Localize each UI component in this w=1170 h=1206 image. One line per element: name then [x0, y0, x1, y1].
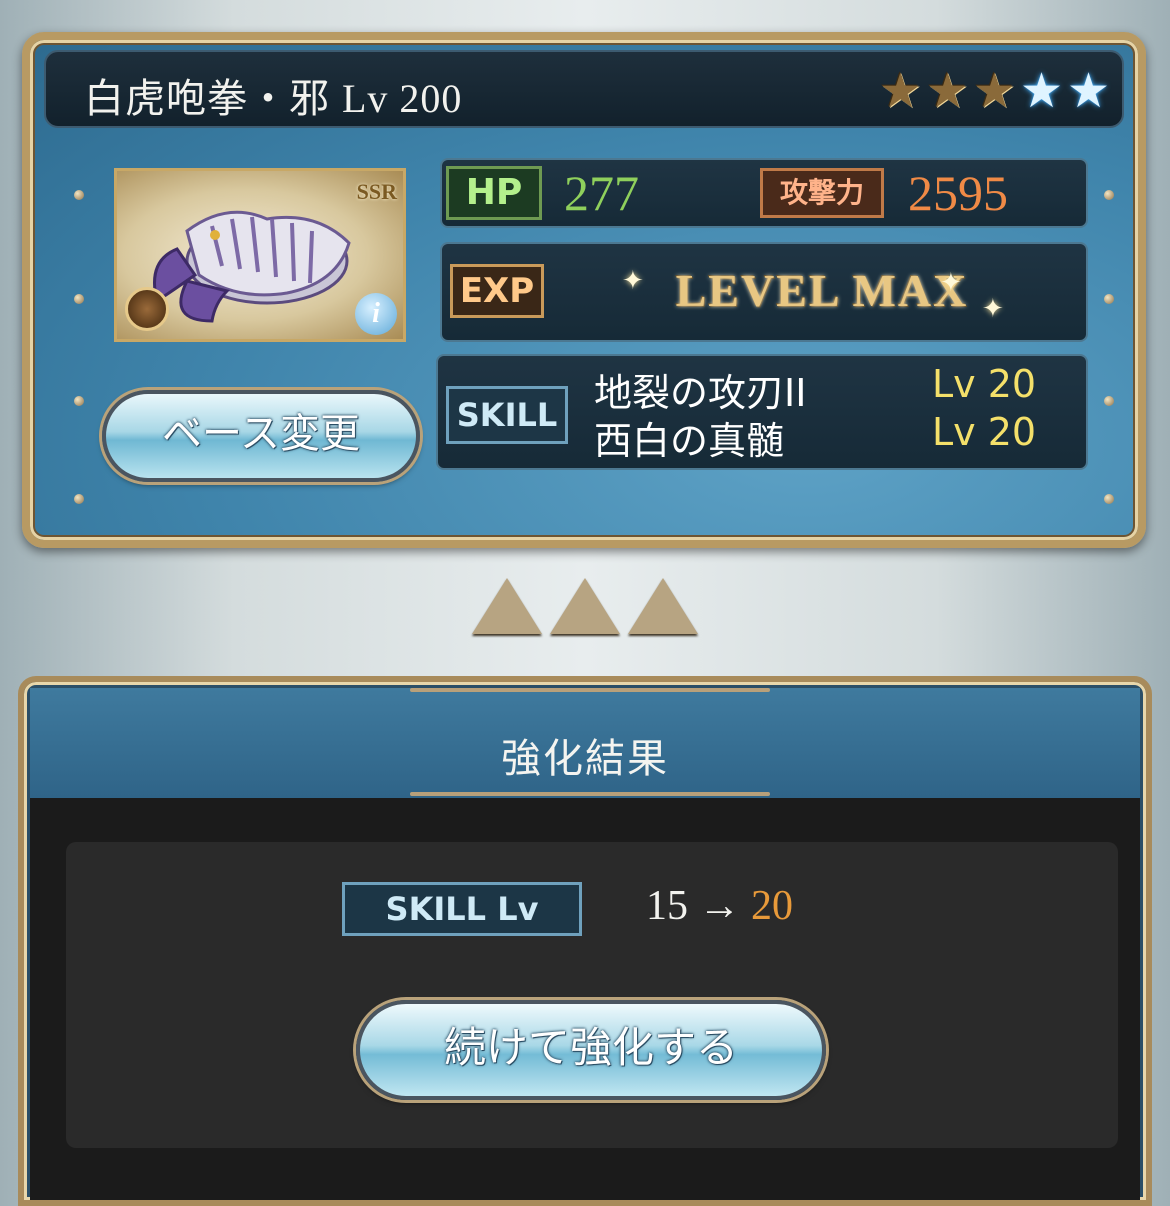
result-panel: 強化結果 SKILL Lv 15 → 20 続けて強化する: [18, 676, 1152, 1206]
skill-1-level: Lv 20: [932, 362, 1037, 406]
star-icon: ★: [878, 63, 922, 119]
rivet: [74, 494, 84, 504]
ornament-divider: [410, 688, 770, 692]
weapon-title: 白虎咆拳・邪 Lv 200: [84, 66, 462, 124]
atk-label: 攻撃力: [760, 168, 884, 218]
star-icon: ★: [925, 63, 969, 119]
hp-atk-panel: HP 277 攻撃力 2595: [440, 158, 1088, 228]
hp-value: 277: [564, 165, 639, 221]
star-icon: ★: [1066, 63, 1110, 119]
info-icon[interactable]: i: [355, 293, 397, 335]
base-change-button[interactable]: ベース変更: [102, 390, 420, 482]
star-icon: ★: [972, 63, 1016, 119]
result-body: SKILL Lv 15 → 20 続けて強化する: [30, 798, 1140, 1200]
continue-enhance-button[interactable]: 続けて強化する: [356, 1000, 826, 1100]
sparkle-icon: ✦: [940, 268, 962, 298]
rivet: [1104, 396, 1114, 406]
weapon-level: Lv 200: [342, 76, 463, 121]
skill-panel: SKILL 地裂の攻刃II Lv 20 西白の真髄 Lv 20: [436, 354, 1088, 470]
up-arrow-icon: [472, 578, 542, 634]
old-level: 15: [646, 883, 688, 929]
skill-lv-label: SKILL Lv: [342, 882, 582, 936]
result-title: 強化結果: [501, 736, 669, 782]
rivet: [74, 190, 84, 200]
rarity-stars: ★ ★ ★ ★ ★: [878, 63, 1110, 119]
weapon-card: 白虎咆拳・邪 Lv 200 ★ ★ ★ ★ ★ SSR i ベース変更 HP 2…: [22, 32, 1146, 548]
ornament-divider: [410, 792, 770, 796]
enhance-arrows: [472, 578, 698, 634]
exp-label: EXP: [450, 264, 544, 318]
exp-panel: EXP LEVEL MAX ✦ ✦ ✦: [440, 242, 1088, 342]
element-icon: [125, 287, 169, 331]
rivet: [74, 396, 84, 406]
weapon-name: 白虎咆拳・邪: [84, 76, 330, 121]
arrow-right-icon: →: [698, 883, 741, 929]
atk-value: 2595: [908, 165, 1008, 221]
rivet: [1104, 190, 1114, 200]
skill-2-level: Lv 20: [932, 410, 1037, 454]
rivet: [1104, 294, 1114, 304]
ssr-badge: SSR: [356, 179, 397, 204]
star-icon: ★: [1019, 63, 1063, 119]
skill-1-name: 地裂の攻刃II: [594, 371, 807, 415]
hp-label: HP: [446, 166, 542, 220]
up-arrow-icon: [628, 578, 698, 634]
result-header: 強化結果: [30, 688, 1140, 798]
rivet: [74, 294, 84, 304]
sparkle-icon: ✦: [982, 294, 1004, 324]
result-inner-box: SKILL Lv 15 → 20 続けて強化する: [66, 842, 1118, 1148]
new-level: 20: [751, 883, 793, 929]
skill-2-name: 西白の真髄: [594, 419, 785, 463]
skill-label: SKILL: [446, 386, 568, 444]
weapon-title-bar: 白虎咆拳・邪 Lv 200 ★ ★ ★ ★ ★: [44, 50, 1124, 128]
weapon-image[interactable]: SSR i: [114, 168, 406, 342]
sparkle-icon: ✦: [622, 266, 644, 296]
skill-level-change: 15 → 20: [646, 882, 793, 930]
up-arrow-icon: [550, 578, 620, 634]
rivet: [1104, 494, 1114, 504]
